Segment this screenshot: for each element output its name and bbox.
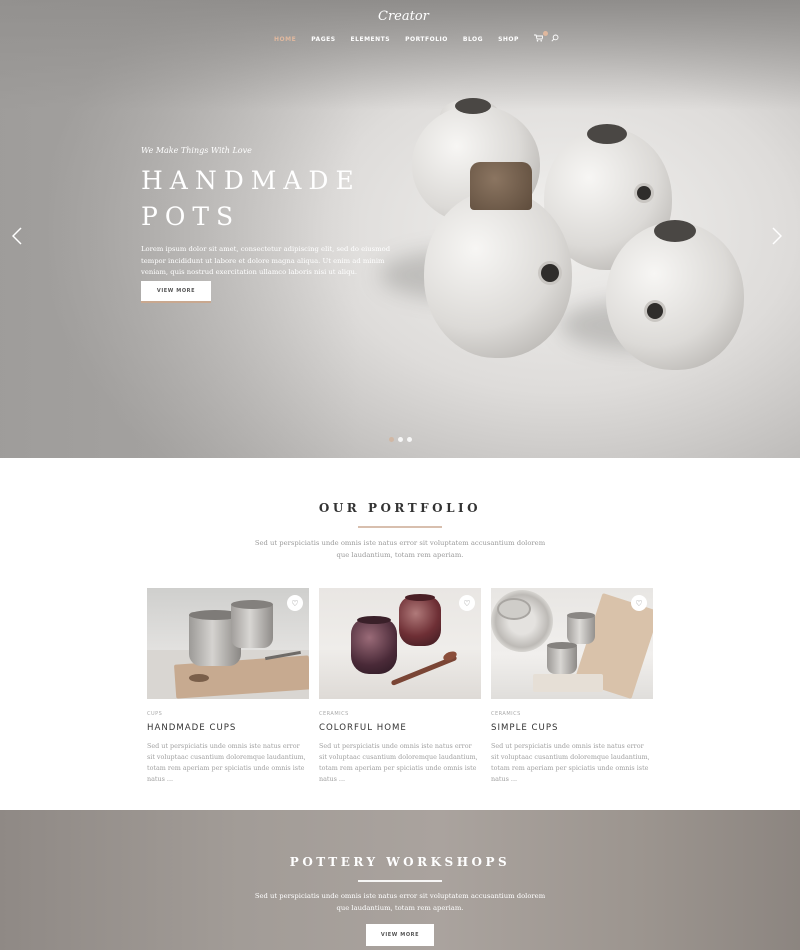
card-excerpt: Sed ut perspiciatis unde omnis iste natu… bbox=[491, 742, 650, 783]
workshops-subtitle: Sed ut perspiciatis unde omnis iste natu… bbox=[254, 892, 546, 912]
nav-item-pages[interactable]: PAGES bbox=[311, 36, 335, 43]
card-category[interactable]: CERAMICS bbox=[491, 711, 653, 717]
portfolio-subtitle: Sed ut perspiciatis unde omnis iste natu… bbox=[254, 539, 546, 559]
workshops-title: POTTERY WORKSHOPS bbox=[289, 855, 511, 869]
card-title[interactable]: COLORFUL HOME bbox=[319, 723, 481, 733]
portfolio-title: OUR PORTFOLIO bbox=[318, 501, 482, 515]
portfolio-title-divider bbox=[358, 526, 442, 528]
portfolio-card: ♡ CERAMICS SIMPLE CUPS Sed ut perspiciat… bbox=[491, 588, 653, 785]
nav-item-home[interactable]: HOME bbox=[274, 36, 296, 43]
card-category[interactable]: CUPS bbox=[147, 711, 309, 717]
portfolio-card-image-cups[interactable]: ♡ bbox=[147, 588, 309, 699]
favorite-heart-icon[interactable]: ♡ bbox=[287, 595, 303, 611]
favorite-heart-icon[interactable]: ♡ bbox=[631, 595, 647, 611]
workshops-section: POTTERY WORKSHOPS Sed ut perspiciatis un… bbox=[0, 810, 800, 950]
portfolio-card: ♡ CUPS HANDMADE CUPS Sed ut perspiciatis… bbox=[147, 588, 309, 785]
next-slide-arrow-icon[interactable] bbox=[772, 226, 783, 250]
workshops-title-divider bbox=[358, 880, 442, 882]
hero-tagline: We Make Things With Love bbox=[141, 146, 252, 155]
hero-slider: Creator HOME PAGES ELEMENTS PORTFOLIO BL… bbox=[0, 0, 800, 458]
hero-title-line1: HANDMADE bbox=[141, 166, 361, 195]
slider-dot-3[interactable] bbox=[407, 437, 412, 442]
slider-dots bbox=[389, 437, 412, 442]
portfolio-card: ♡ CERAMICS COLORFUL HOME Sed ut perspici… bbox=[319, 588, 481, 785]
nav-item-blog[interactable]: BLOG bbox=[463, 36, 483, 43]
prev-slide-arrow-icon[interactable] bbox=[11, 226, 22, 250]
portfolio-card-image-simple[interactable]: ♡ bbox=[491, 588, 653, 699]
slider-dot-2[interactable] bbox=[398, 437, 403, 442]
portfolio-card-image-colorful[interactable]: ♡ bbox=[319, 588, 481, 699]
site-logo[interactable]: Creator bbox=[378, 9, 429, 24]
hero-title-line2: POTS bbox=[141, 202, 241, 231]
cart-badge bbox=[542, 31, 548, 36]
nav-item-portfolio[interactable]: PORTFOLIO bbox=[405, 36, 448, 43]
search-icon[interactable] bbox=[551, 34, 559, 44]
main-nav: HOME PAGES ELEMENTS PORTFOLIO BLOG SHOP bbox=[274, 31, 567, 44]
card-excerpt: Sed ut perspiciatis unde omnis iste natu… bbox=[147, 742, 306, 783]
card-title[interactable]: SIMPLE CUPS bbox=[491, 723, 653, 733]
hero-text-block: We Make Things With Love HANDMADE POTS L… bbox=[141, 146, 411, 303]
hero-view-more-button[interactable]: VIEW MORE bbox=[141, 281, 211, 303]
nav-item-shop[interactable]: SHOP bbox=[498, 36, 519, 43]
cart-icon[interactable] bbox=[533, 31, 548, 44]
card-title[interactable]: HANDMADE CUPS bbox=[147, 723, 309, 733]
workshops-view-more-button[interactable]: VIEW MORE bbox=[366, 924, 434, 946]
card-category[interactable]: CERAMICS bbox=[319, 711, 481, 717]
slider-dot-1[interactable] bbox=[389, 437, 394, 442]
favorite-heart-icon[interactable]: ♡ bbox=[459, 595, 475, 611]
nav-item-elements[interactable]: ELEMENTS bbox=[351, 36, 391, 43]
card-excerpt: Sed ut perspiciatis unde omnis iste natu… bbox=[319, 742, 478, 783]
hero-description: Lorem ipsum dolor sit amet, consectetur … bbox=[141, 245, 391, 276]
